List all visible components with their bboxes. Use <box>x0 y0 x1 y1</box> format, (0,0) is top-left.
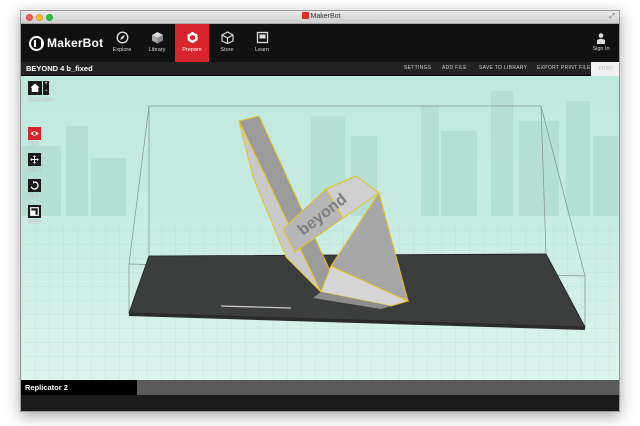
nav-store-label: Store <box>220 47 234 53</box>
save-to-library-button[interactable]: SAVE TO LIBRARY <box>479 65 527 71</box>
move-tool-label: Move <box>28 167 41 173</box>
home-icon <box>30 83 40 92</box>
file-toolbar: BEYOND 4 b_fixed SETTINGS ADD FILE SAVE … <box>21 62 619 76</box>
zoom-in-button[interactable]: + <box>43 81 49 88</box>
sign-in-button[interactable]: Sign In <box>587 24 615 62</box>
home-view-button[interactable] <box>28 81 42 95</box>
brand-name: MakerBot <box>47 36 104 50</box>
nav-learn-label: Learn <box>254 47 270 53</box>
status-bar: Replicator 2 <box>21 380 619 411</box>
nav-prepare-label: Prepare <box>182 47 202 53</box>
move-tool-button[interactable] <box>28 153 41 166</box>
app-icon <box>301 12 309 19</box>
prepare-icon <box>187 31 197 44</box>
fullscreen-icon[interactable]: ⤢ <box>608 13 616 21</box>
nav-store[interactable]: Store <box>210 24 244 62</box>
add-file-button[interactable]: ADD FILE <box>442 65 467 71</box>
store-icon <box>220 31 234 44</box>
3d-viewport[interactable]: beyond + − Home View View Move Turn Scal… <box>21 76 619 380</box>
nav-prepare[interactable]: Prepare <box>175 24 209 62</box>
title-bar: MakerBot ⤢ <box>21 11 619 24</box>
library-icon <box>151 32 163 44</box>
rotate-icon <box>30 181 39 190</box>
nav-learn[interactable]: Learn <box>245 24 279 62</box>
view-tool-label: View <box>28 141 39 147</box>
scale-tool-label: Scale <box>28 219 41 225</box>
status-panel <box>137 380 619 395</box>
app-window: MakerBot ⤢ MakerBot Explore Library Prep… <box>20 10 620 412</box>
file-name: BEYOND 4 b_fixed <box>26 64 93 73</box>
print-button[interactable]: PRINT <box>591 62 619 76</box>
machine-name: Replicator 2 <box>25 383 68 392</box>
makerbot-logo-icon <box>29 35 44 51</box>
turn-tool-button[interactable] <box>28 179 41 192</box>
nav-explore-label: Explore <box>112 47 132 53</box>
nav-explore[interactable]: Explore <box>105 24 139 62</box>
eye-icon <box>30 131 39 136</box>
makerbot-logo: MakerBot <box>29 35 103 51</box>
machine-selector[interactable]: Replicator 2 <box>21 380 137 395</box>
window-title-wrap: MakerBot <box>21 12 619 22</box>
user-icon <box>597 33 605 44</box>
nav-library-label: Library <box>148 47 166 53</box>
scene-canvas: beyond <box>21 91 619 380</box>
learn-icon <box>256 31 268 44</box>
top-navigation: MakerBot Explore Library Prepare Store L… <box>21 24 619 62</box>
scale-tool-button[interactable] <box>28 205 41 218</box>
settings-button[interactable]: SETTINGS <box>404 65 431 71</box>
export-print-file-button[interactable]: EXPORT PRINT FILE <box>537 65 591 71</box>
move-icon <box>30 155 39 164</box>
view-tool-button[interactable] <box>28 127 41 140</box>
turn-tool-label: Turn <box>28 193 39 199</box>
zoom-out-button[interactable]: − <box>43 88 49 95</box>
window-title: MakerBot <box>310 13 341 20</box>
scale-icon <box>30 207 39 216</box>
nav-library[interactable]: Library <box>140 24 174 62</box>
compass-icon <box>115 31 129 44</box>
home-view-label: Home View <box>28 97 54 103</box>
sign-in-label: Sign In <box>592 46 610 52</box>
